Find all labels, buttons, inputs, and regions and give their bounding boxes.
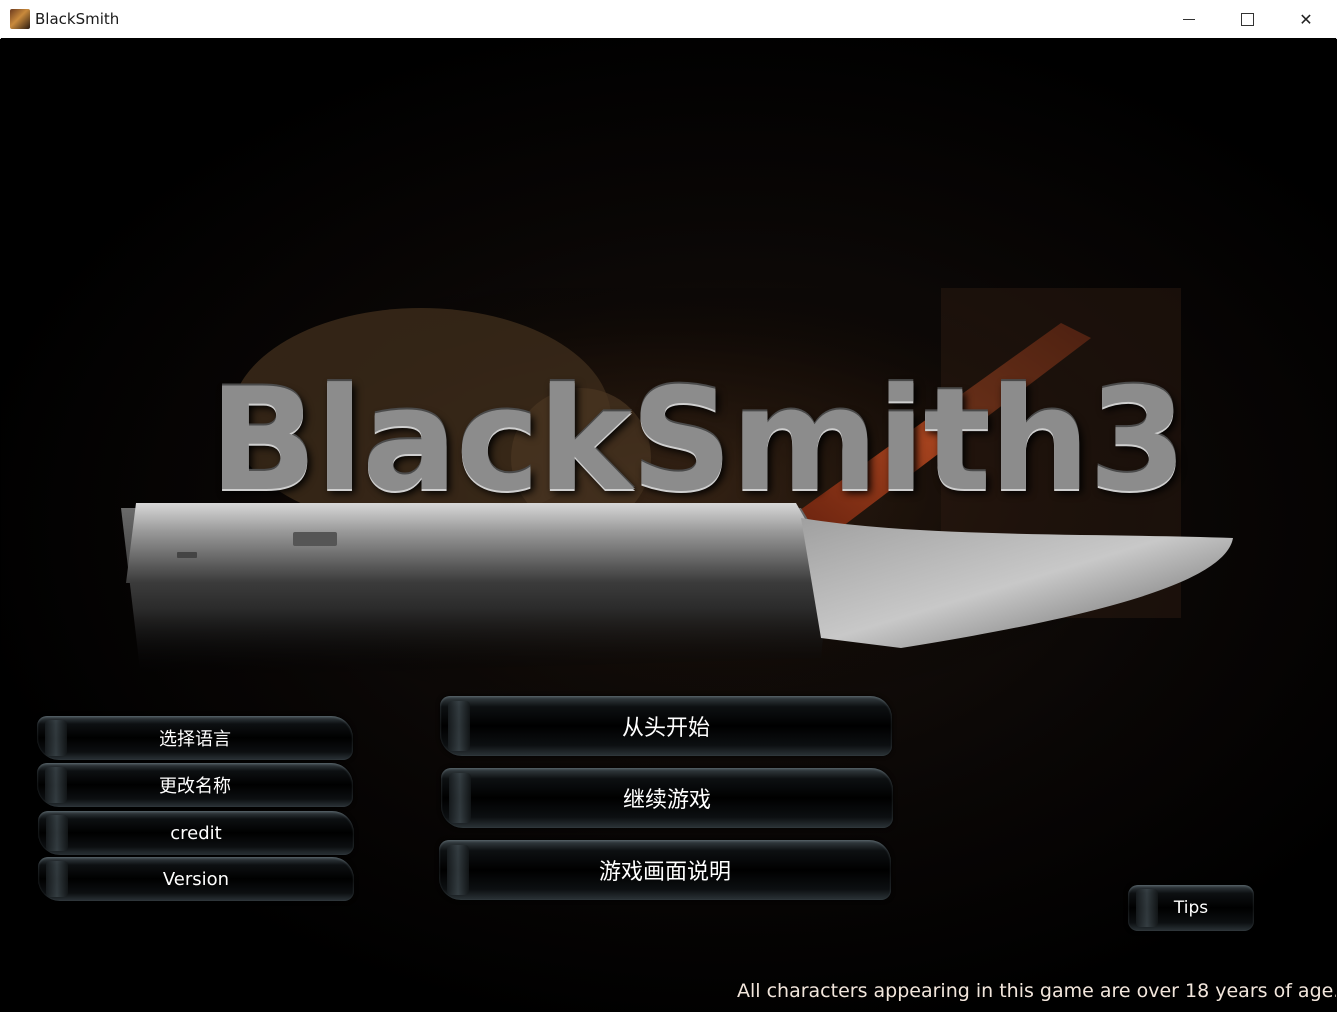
- window-title: BlackSmith: [35, 10, 120, 28]
- app-icon: [10, 9, 30, 29]
- continue-label: 继续游戏: [622, 788, 711, 813]
- select-language-label: 选择语言: [159, 729, 231, 750]
- credit-label: credit: [170, 822, 222, 844]
- new-game-button[interactable]: 从头开始: [440, 696, 892, 756]
- close-button[interactable]: ✕: [1277, 0, 1335, 38]
- credit-button[interactable]: credit: [38, 811, 354, 855]
- minimize-button[interactable]: [1160, 0, 1218, 38]
- close-icon: ✕: [1299, 9, 1313, 29]
- anvil-pritchel-hole: [177, 552, 197, 558]
- age-disclaimer: All characters appearing in this game ar…: [737, 980, 1336, 1002]
- screen-guide-label: 游戏画面说明: [598, 860, 731, 885]
- title-bar[interactable]: BlackSmith ✕: [0, 0, 1337, 39]
- minimize-icon: [1183, 18, 1195, 20]
- anvil-hardy-hole: [293, 532, 337, 546]
- tips-label: Tips: [1173, 898, 1209, 918]
- new-game-label: 从头开始: [621, 716, 710, 741]
- maximize-icon: [1240, 12, 1254, 26]
- tips-button[interactable]: Tips: [1128, 885, 1254, 931]
- change-name-label: 更改名称: [159, 776, 231, 797]
- screen-guide-button[interactable]: 游戏画面说明: [439, 840, 891, 900]
- game-screen: BlackSmith3 选择语言 更改名称 credit Version 从头开…: [1, 38, 1336, 1011]
- change-name-button[interactable]: 更改名称: [37, 763, 353, 807]
- game-logo: BlackSmith3: [209, 358, 1187, 523]
- continue-button[interactable]: 继续游戏: [441, 768, 893, 828]
- game-window: BlackSmith ✕ BlackSmith3 选择语言 更改名称 credi…: [0, 0, 1337, 1012]
- version-button[interactable]: Version: [38, 857, 354, 901]
- version-label: Version: [162, 868, 230, 890]
- select-language-button[interactable]: 选择语言: [37, 716, 353, 760]
- maximize-button[interactable]: [1218, 0, 1276, 38]
